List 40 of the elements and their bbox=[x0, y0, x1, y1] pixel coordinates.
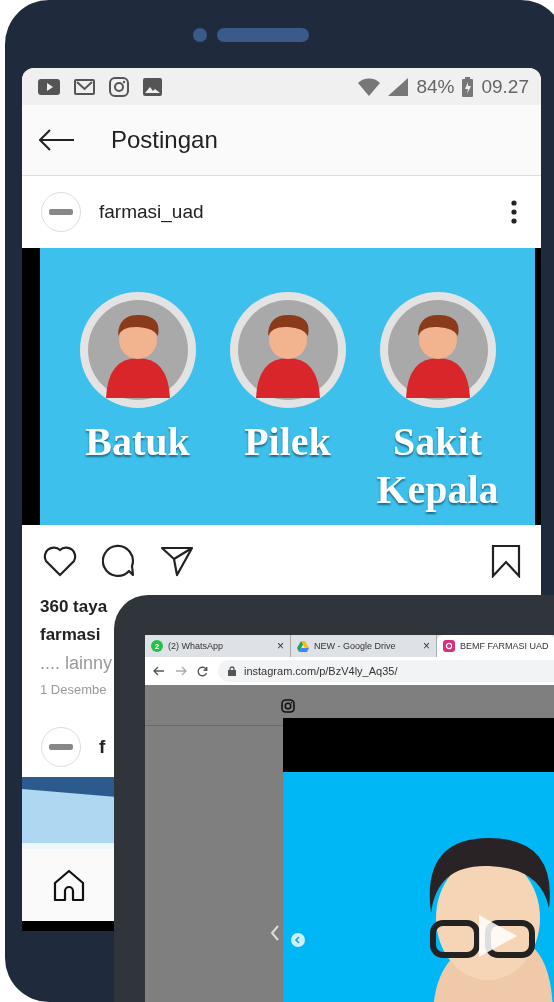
battery-percent: 84% bbox=[416, 75, 455, 98]
clock: 09.27 bbox=[481, 75, 529, 98]
post-date: 1 Desembe bbox=[40, 682, 107, 697]
badge-icon: 2 bbox=[151, 640, 163, 652]
triangle-icon bbox=[297, 640, 309, 652]
page-title: Postingan bbox=[111, 126, 218, 154]
send-icon[interactable] bbox=[160, 545, 194, 577]
bookmark-icon[interactable] bbox=[491, 544, 521, 578]
lock-icon bbox=[228, 666, 236, 676]
username[interactable]: farmasi_uad bbox=[99, 201, 204, 223]
battery-icon bbox=[462, 76, 474, 97]
home-icon[interactable] bbox=[52, 868, 86, 902]
image-caption: Pilek bbox=[244, 418, 331, 466]
comment-icon[interactable] bbox=[102, 544, 136, 578]
username[interactable]: f bbox=[99, 736, 106, 758]
camera-icon bbox=[109, 76, 129, 97]
back-icon[interactable] bbox=[39, 129, 75, 151]
camera-icon bbox=[443, 640, 455, 652]
back-icon[interactable] bbox=[153, 666, 165, 676]
image-caption: Sakit Kepala bbox=[376, 418, 499, 514]
mail-icon bbox=[74, 78, 95, 95]
chevron-left-icon[interactable] bbox=[270, 925, 280, 941]
signal-icon bbox=[388, 77, 409, 96]
view-count: 360 taya bbox=[40, 597, 108, 617]
reload-icon[interactable] bbox=[197, 665, 208, 677]
close-icon[interactable]: × bbox=[423, 639, 430, 653]
caption-username[interactable]: farmasi bbox=[40, 625, 101, 645]
image-icon bbox=[143, 77, 162, 96]
more-icon[interactable] bbox=[511, 200, 517, 224]
close-icon[interactable]: × bbox=[277, 639, 284, 653]
caption-text: .... lainny bbox=[40, 653, 113, 674]
speaker-icon bbox=[217, 28, 309, 42]
browser-tab[interactable]: BEMF FARMASI UAD bbox=[437, 635, 554, 657]
camera-icon[interactable] bbox=[281, 699, 295, 713]
camera-icon bbox=[193, 28, 207, 42]
image-caption: Batuk bbox=[85, 418, 190, 466]
address-field[interactable]: instagram.com/p/BzV4ly_Aq35/ bbox=[218, 660, 554, 682]
heart-icon[interactable] bbox=[42, 545, 78, 577]
video-icon bbox=[38, 78, 60, 95]
wifi-icon bbox=[358, 77, 381, 96]
